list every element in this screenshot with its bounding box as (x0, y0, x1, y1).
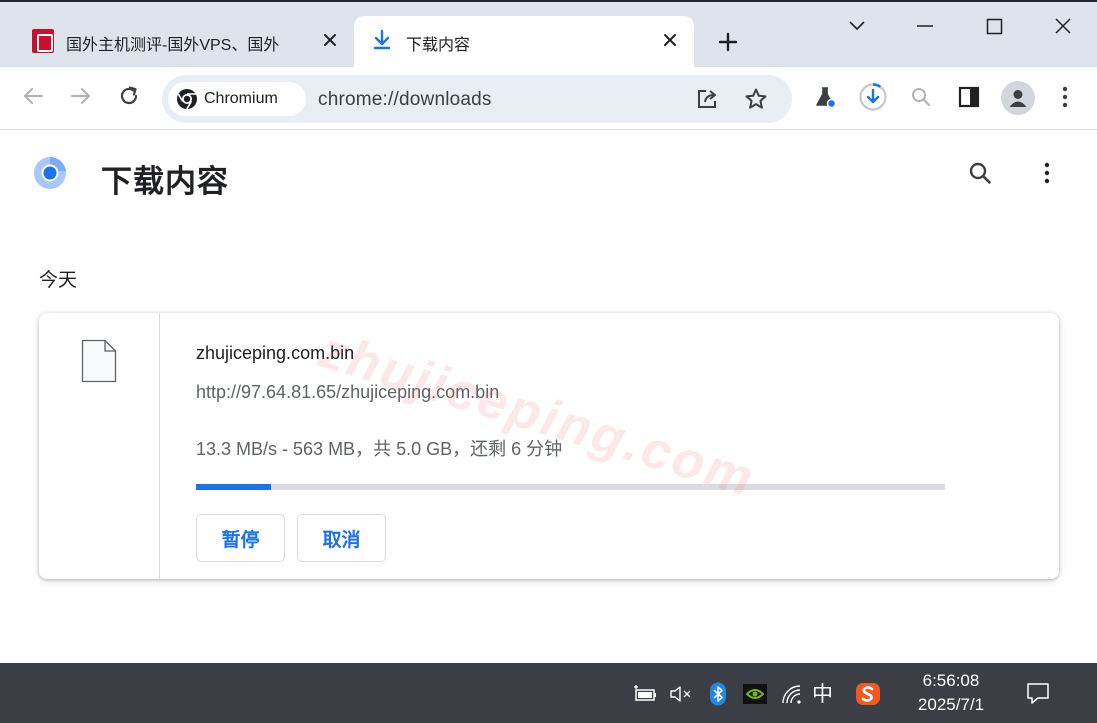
sogou-ime-icon (856, 683, 880, 705)
share-icon (698, 90, 716, 108)
site-info-chip[interactable]: Chromium (168, 82, 306, 116)
maximize-button[interactable] (971, 8, 1017, 44)
download-status: 13.3 MB/s - 563 MB，共 5.0 GB，还剩 6 分钟 (196, 439, 563, 459)
zoom-button[interactable] (905, 81, 937, 113)
notification-icon (1027, 683, 1049, 704)
close-icon (1055, 18, 1071, 34)
pause-button[interactable]: 暂停 (196, 514, 285, 562)
url-text[interactable]: chrome://downloads (318, 89, 492, 111)
forward-arrow-icon (70, 87, 91, 105)
labs-button[interactable] (809, 81, 841, 113)
more-vert-icon (1044, 162, 1050, 184)
sogou-ime-button[interactable] (855, 681, 881, 707)
downloads-button[interactable] (857, 81, 889, 113)
reload-button[interactable] (114, 81, 144, 111)
bookmark-button[interactable] (742, 85, 770, 113)
download-arrow-icon (372, 29, 392, 51)
windows-taskbar: 中 6:56:08 2025/7/1 (0, 663, 1097, 723)
file-name-link[interactable]: zhujiceping.com.bin (196, 343, 354, 364)
minimize-icon (917, 25, 933, 27)
share-button[interactable] (694, 85, 722, 113)
forward-button[interactable] (66, 81, 96, 111)
clock-date: 2025/7/1 (917, 695, 985, 714)
tab-title: 下载内容 (406, 37, 471, 54)
tab-search-button[interactable] (834, 8, 880, 44)
system-clock[interactable]: 6:56:08 2025/7/1 (900, 669, 1002, 717)
notification-center-button[interactable] (1024, 679, 1052, 707)
cancel-button[interactable]: 取消 (297, 514, 386, 562)
bluetooth-icon (710, 682, 726, 706)
file-icon (81, 339, 117, 383)
site-favicon-icon (32, 29, 54, 53)
title-bar: 国外主机测评-国外VPS、国外 下载内容 (0, 0, 1097, 67)
labs-flask-icon (816, 87, 837, 109)
wifi-tray-button[interactable] (779, 681, 805, 707)
download-progress-icon (859, 83, 887, 111)
section-date-header: 今天 (39, 270, 78, 291)
chip-label: Chromium (204, 90, 278, 107)
volume-tray-button[interactable] (668, 681, 694, 707)
page-title: 下载内容 (101, 164, 229, 199)
omnibox[interactable]: Chromium chrome://downloads (162, 75, 792, 123)
profile-avatar[interactable] (1001, 81, 1035, 115)
minimize-button[interactable] (902, 8, 948, 44)
chromium-logo-icon (34, 156, 66, 189)
nvidia-icon (743, 684, 767, 704)
maximize-icon (986, 18, 1002, 34)
nvidia-tray-button[interactable] (742, 681, 768, 707)
plus-icon (718, 32, 738, 52)
card-divider (159, 313, 160, 579)
progress-bar-fill (196, 484, 271, 490)
side-panel-icon (958, 86, 980, 108)
download-item-card: zhujiceping.com.bin http://97.64.81.65/z… (39, 313, 1059, 579)
tab-zhujiceping[interactable]: 国外主机测评-国外VPS、国外 (20, 16, 350, 67)
tab-downloads[interactable]: 下载内容 (354, 16, 694, 67)
progress-bar (196, 484, 945, 490)
browser-menu-button[interactable] (1049, 81, 1081, 113)
battery-icon (634, 685, 656, 701)
browser-toolbar: Chromium chrome://downloads (0, 67, 1097, 130)
back-arrow-icon (23, 87, 44, 105)
clock-time: 6:56:08 (922, 671, 980, 690)
downloads-more-button[interactable] (1032, 157, 1062, 189)
title-bar-edge (0, 0, 1097, 2)
side-panel-button[interactable] (953, 81, 985, 113)
search-icon (969, 162, 991, 184)
volume-muted-icon (670, 686, 691, 702)
battery-tray-button[interactable] (632, 681, 658, 707)
close-icon[interactable] (658, 28, 682, 52)
file-source-url[interactable]: http://97.64.81.65/zhujiceping.com.bin (196, 382, 499, 403)
close-icon[interactable] (318, 28, 342, 52)
window-close-button[interactable] (1040, 8, 1086, 44)
zoom-search-icon (912, 88, 931, 107)
new-tab-button[interactable] (714, 28, 742, 56)
search-downloads-button[interactable] (964, 157, 996, 189)
chromium-icon (177, 89, 197, 110)
bluetooth-tray-button[interactable] (705, 681, 731, 707)
profile-avatar-icon (1009, 90, 1027, 107)
wifi-icon (782, 685, 801, 704)
reload-icon (120, 86, 138, 105)
star-icon (745, 88, 767, 109)
chevron-down-icon (849, 21, 865, 31)
more-vert-icon (1062, 86, 1068, 108)
back-button[interactable] (18, 81, 48, 111)
tab-title: 国外主机测评-国外VPS、国外 (66, 37, 280, 54)
ime-mode-indicator[interactable]: 中 (812, 678, 833, 708)
